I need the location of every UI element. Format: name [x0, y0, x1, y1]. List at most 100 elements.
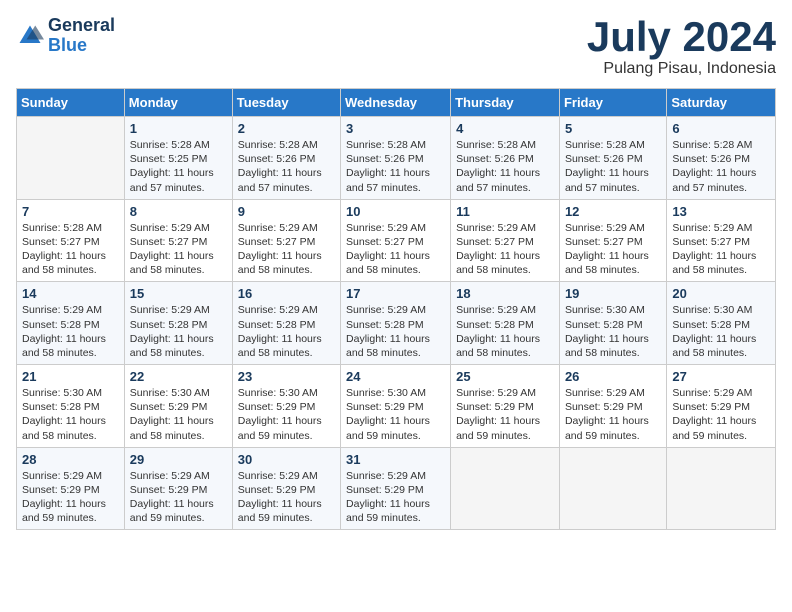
day-info: Sunrise: 5:29 AM Sunset: 5:27 PM Dayligh… [130, 221, 227, 278]
day-info: Sunrise: 5:29 AM Sunset: 5:27 PM Dayligh… [238, 221, 335, 278]
day-number: 17 [346, 286, 445, 301]
day-info: Sunrise: 5:28 AM Sunset: 5:26 PM Dayligh… [672, 138, 770, 195]
day-number: 1 [130, 121, 227, 136]
day-info: Sunrise: 5:28 AM Sunset: 5:25 PM Dayligh… [130, 138, 227, 195]
calendar-cell: 12Sunrise: 5:29 AM Sunset: 5:27 PM Dayli… [559, 199, 666, 282]
day-info: Sunrise: 5:29 AM Sunset: 5:28 PM Dayligh… [22, 303, 119, 360]
day-info: Sunrise: 5:29 AM Sunset: 5:29 PM Dayligh… [565, 386, 661, 443]
calendar-cell: 21 Sunrise: 5:30 AM Sunset: 5:28 PM Dayli… [17, 365, 125, 448]
header-row: SundayMondayTuesdayWednesdayThursdayFrid… [17, 89, 776, 117]
calendar-cell: 5Sunrise: 5:28 AM Sunset: 5:26 PM Daylig… [559, 117, 666, 200]
day-number: 29 [130, 452, 227, 467]
day-info: Sunrise: 5:29 AM Sunset: 5:29 PM Dayligh… [22, 469, 119, 526]
day-number: 2 [238, 121, 335, 136]
calendar-cell: 1 Sunrise: 5:28 AM Sunset: 5:25 PM Daylig… [124, 117, 232, 200]
day-info: Sunrise: 5:29 AM Sunset: 5:29 PM Dayligh… [130, 469, 227, 526]
day-info: Sunrise: 5:28 AM Sunset: 5:26 PM Dayligh… [456, 138, 554, 195]
calendar-cell: 9Sunrise: 5:29 AM Sunset: 5:27 PM Daylig… [232, 199, 340, 282]
day-info: Sunrise: 5:29 AM Sunset: 5:28 PM Dayligh… [130, 303, 227, 360]
calendar-cell [667, 447, 776, 530]
day-number: 28 [22, 452, 119, 467]
day-number: 26 [565, 369, 661, 384]
header-day-thursday: Thursday [451, 89, 560, 117]
header-day-wednesday: Wednesday [341, 89, 451, 117]
calendar-cell: 23Sunrise: 5:30 AM Sunset: 5:29 PM Dayli… [232, 365, 340, 448]
day-info: Sunrise: 5:29 AM Sunset: 5:27 PM Dayligh… [346, 221, 445, 278]
day-info: Sunrise: 5:29 AM Sunset: 5:29 PM Dayligh… [346, 469, 445, 526]
calendar-cell: 7Sunrise: 5:28 AM Sunset: 5:27 PM Daylig… [17, 199, 125, 282]
calendar-cell: 13Sunrise: 5:29 AM Sunset: 5:27 PM Dayli… [667, 199, 776, 282]
day-number: 25 [456, 369, 554, 384]
day-number: 6 [672, 121, 770, 136]
calendar-cell [559, 447, 666, 530]
calendar-cell: 8 Sunrise: 5:29 AM Sunset: 5:27 PM Daylig… [124, 199, 232, 282]
day-info: Sunrise: 5:30 AM Sunset: 5:28 PM Dayligh… [672, 303, 770, 360]
day-number: 19 [565, 286, 661, 301]
day-info: Sunrise: 5:29 AM Sunset: 5:27 PM Dayligh… [456, 221, 554, 278]
day-info: Sunrise: 5:29 AM Sunset: 5:28 PM Dayligh… [238, 303, 335, 360]
day-info: Sunrise: 5:30 AM Sunset: 5:28 PM Dayligh… [565, 303, 661, 360]
day-info: Sunrise: 5:30 AM Sunset: 5:28 PM Dayligh… [22, 386, 119, 443]
calendar-cell: 28 Sunrise: 5:29 AM Sunset: 5:29 PM Dayli… [17, 447, 125, 530]
calendar-table: SundayMondayTuesdayWednesdayThursdayFrid… [16, 88, 776, 530]
week-row-1: 1 Sunrise: 5:28 AM Sunset: 5:25 PM Daylig… [17, 117, 776, 200]
header: General Blue July 2024 Pulang Pisau, Ind… [16, 16, 776, 78]
logo-text: General Blue [48, 16, 115, 56]
day-info: Sunrise: 5:29 AM Sunset: 5:29 PM Dayligh… [456, 386, 554, 443]
day-number: 5 [565, 121, 661, 136]
calendar-cell: 2 Sunrise: 5:28 AM Sunset: 5:26 PM Daylig… [232, 117, 340, 200]
day-info: Sunrise: 5:29 AM Sunset: 5:29 PM Dayligh… [672, 386, 770, 443]
calendar-cell: 3 Sunrise: 5:28 AM Sunset: 5:26 PM Daylig… [341, 117, 451, 200]
calendar-cell: 31Sunrise: 5:29 AM Sunset: 5:29 PM Dayli… [341, 447, 451, 530]
day-number: 4 [456, 121, 554, 136]
day-number: 21 [22, 369, 119, 384]
calendar-cell: 19 Sunrise: 5:30 AM Sunset: 5:28 PM Dayli… [559, 282, 666, 365]
day-number: 7 [22, 204, 119, 219]
logo: General Blue [16, 16, 115, 56]
day-number: 10 [346, 204, 445, 219]
day-number: 22 [130, 369, 227, 384]
calendar-cell: 27 Sunrise: 5:29 AM Sunset: 5:29 PM Dayli… [667, 365, 776, 448]
day-info: Sunrise: 5:29 AM Sunset: 5:28 PM Dayligh… [456, 303, 554, 360]
calendar-cell: 25 Sunrise: 5:29 AM Sunset: 5:29 PM Dayli… [451, 365, 560, 448]
week-row-5: 28 Sunrise: 5:29 AM Sunset: 5:29 PM Dayli… [17, 447, 776, 530]
calendar-cell: 16 Sunrise: 5:29 AM Sunset: 5:28 PM Dayli… [232, 282, 340, 365]
calendar-cell: 15 Sunrise: 5:29 AM Sunset: 5:28 PM Dayli… [124, 282, 232, 365]
day-info: Sunrise: 5:28 AM Sunset: 5:26 PM Dayligh… [346, 138, 445, 195]
calendar-cell: 17Sunrise: 5:29 AM Sunset: 5:28 PM Dayli… [341, 282, 451, 365]
calendar-header: SundayMondayTuesdayWednesdayThursdayFrid… [17, 89, 776, 117]
day-number: 15 [130, 286, 227, 301]
calendar-cell: 24 Sunrise: 5:30 AM Sunset: 5:29 PM Dayli… [341, 365, 451, 448]
day-number: 30 [238, 452, 335, 467]
day-number: 24 [346, 369, 445, 384]
day-number: 11 [456, 204, 554, 219]
day-info: Sunrise: 5:28 AM Sunset: 5:26 PM Dayligh… [238, 138, 335, 195]
day-info: Sunrise: 5:30 AM Sunset: 5:29 PM Dayligh… [346, 386, 445, 443]
calendar-cell: 11 Sunrise: 5:29 AM Sunset: 5:27 PM Dayli… [451, 199, 560, 282]
calendar-body: 1 Sunrise: 5:28 AM Sunset: 5:25 PM Daylig… [17, 117, 776, 530]
logo-blue: Blue [48, 36, 115, 56]
week-row-2: 7Sunrise: 5:28 AM Sunset: 5:27 PM Daylig… [17, 199, 776, 282]
week-row-4: 21 Sunrise: 5:30 AM Sunset: 5:28 PM Dayli… [17, 365, 776, 448]
header-day-sunday: Sunday [17, 89, 125, 117]
logo-icon [16, 22, 44, 50]
day-info: Sunrise: 5:29 AM Sunset: 5:29 PM Dayligh… [238, 469, 335, 526]
header-day-tuesday: Tuesday [232, 89, 340, 117]
logo-general: General [48, 16, 115, 36]
day-number: 3 [346, 121, 445, 136]
calendar-cell: 22 Sunrise: 5:30 AM Sunset: 5:29 PM Dayli… [124, 365, 232, 448]
day-number: 13 [672, 204, 770, 219]
day-info: Sunrise: 5:30 AM Sunset: 5:29 PM Dayligh… [130, 386, 227, 443]
calendar-cell: 4 Sunrise: 5:28 AM Sunset: 5:26 PM Daylig… [451, 117, 560, 200]
day-number: 8 [130, 204, 227, 219]
calendar-cell: 30 Sunrise: 5:29 AM Sunset: 5:29 PM Dayli… [232, 447, 340, 530]
day-number: 23 [238, 369, 335, 384]
calendar-cell: 26 Sunrise: 5:29 AM Sunset: 5:29 PM Dayli… [559, 365, 666, 448]
day-number: 16 [238, 286, 335, 301]
day-number: 27 [672, 369, 770, 384]
calendar-cell: 14Sunrise: 5:29 AM Sunset: 5:28 PM Dayli… [17, 282, 125, 365]
title-area: July 2024 Pulang Pisau, Indonesia [587, 16, 776, 78]
calendar-cell: 18Sunrise: 5:29 AM Sunset: 5:28 PM Dayli… [451, 282, 560, 365]
calendar-cell: 20Sunrise: 5:30 AM Sunset: 5:28 PM Dayli… [667, 282, 776, 365]
calendar-cell: 29 Sunrise: 5:29 AM Sunset: 5:29 PM Dayli… [124, 447, 232, 530]
